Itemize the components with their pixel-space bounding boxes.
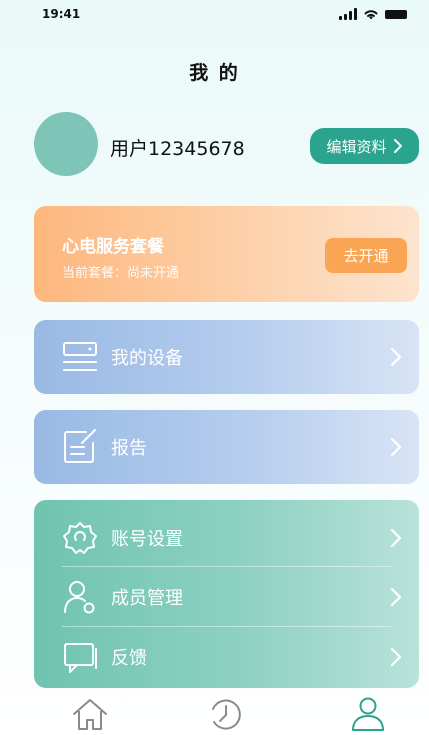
history-icon[interactable] [206, 696, 246, 732]
chevron-right-icon [390, 437, 402, 457]
status-icons [339, 8, 407, 20]
menu-item-member-management-label: 成员管理 [111, 588, 183, 609]
menu-item-account-settings-label: 账号设置 [111, 529, 183, 550]
feedback-icon [64, 643, 97, 673]
settings-group: 账号设置 成员管理 反馈 [34, 500, 419, 688]
edit-profile-button[interactable]: 编辑资料 [310, 128, 419, 164]
menu-item-device-label: 我的设备 [111, 348, 183, 369]
tab-bar [0, 688, 429, 735]
menu-item-feedback-label: 反馈 [111, 648, 147, 669]
battery-icon [385, 9, 407, 19]
device-icon [63, 342, 97, 371]
chevron-right-icon [390, 347, 402, 367]
chevron-right-icon [390, 587, 402, 607]
signal-icon [339, 8, 357, 20]
menu-item-member-management[interactable]: 成员管理 [34, 579, 419, 615]
chevron-right-icon [390, 647, 402, 667]
service-title: 心电服务套餐 [62, 237, 164, 257]
chevron-right-icon [390, 528, 402, 548]
menu-item-feedback[interactable]: 反馈 [34, 639, 419, 675]
avatar[interactable] [34, 112, 98, 176]
edit-profile-label: 编辑资料 [326, 137, 387, 156]
service-card: 心电服务套餐 当前套餐：尚未开通 去开通 [34, 206, 419, 302]
open-service-button[interactable]: 去开通 [325, 238, 407, 273]
gear-icon [63, 522, 97, 554]
member-icon [64, 581, 95, 614]
service-subtitle: 当前套餐：尚未开通 [62, 266, 180, 281]
chevron-right-icon [393, 139, 402, 153]
page-title: 我 的 [189, 62, 240, 84]
report-icon [64, 429, 96, 463]
username: 用户12345678 [110, 138, 245, 160]
menu-item-report-label: 报告 [111, 438, 147, 459]
menu-item-account-settings[interactable]: 账号设置 [34, 520, 419, 556]
menu-item-report[interactable]: 报告 [34, 410, 419, 484]
divider [62, 566, 393, 567]
home-icon[interactable] [70, 696, 110, 732]
divider [62, 626, 393, 627]
user-icon[interactable] [348, 696, 388, 732]
wifi-icon [364, 10, 378, 20]
status-bar: 19:41 [0, 0, 429, 28]
status-time: 19:41 [42, 7, 81, 21]
menu-item-device[interactable]: 我的设备 [34, 320, 419, 394]
